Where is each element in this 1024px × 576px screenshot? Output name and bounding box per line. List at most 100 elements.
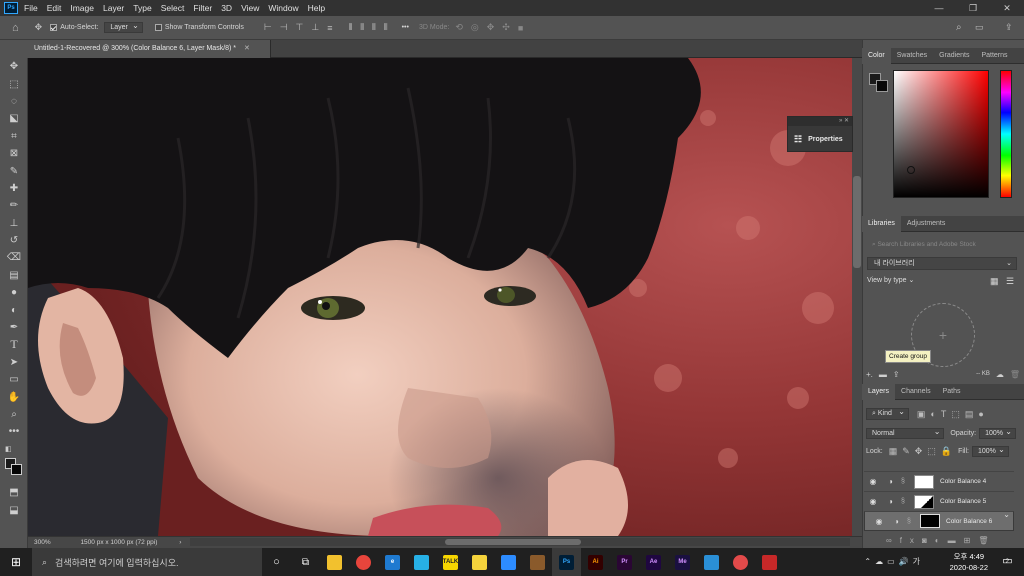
restore-button[interactable]: ❐ (956, 0, 990, 16)
zoom-level[interactable]: 300% (28, 539, 51, 546)
visibility-eye-icon[interactable]: ◉ (864, 477, 882, 486)
lasso-tool-icon[interactable]: ◌ (0, 93, 28, 110)
fill-input[interactable]: 100% (971, 445, 1009, 457)
show-transform-checkbox[interactable]: Show Transform Controls (154, 24, 244, 31)
taskbar-app-game-app[interactable] (523, 548, 552, 576)
color-picker-field[interactable] (893, 70, 989, 198)
tab-color[interactable]: Color (862, 47, 891, 64)
menu-view[interactable]: View (241, 3, 259, 13)
filter-shape-icon[interactable]: ⬚ (951, 409, 960, 420)
taskbar-app-media-encoder[interactable]: Me (668, 548, 697, 576)
menu-file[interactable]: File (24, 3, 38, 13)
distribute-4-icon[interactable]: ⫴ (384, 22, 388, 33)
close-button[interactable]: ✕ (990, 0, 1024, 16)
tab-channels[interactable]: Channels (895, 384, 937, 400)
default-colors-icon[interactable]: ◧ (0, 441, 28, 458)
move-tool-icon[interactable]: ✥ (0, 58, 28, 75)
layer-mask-thumbnail[interactable] (914, 494, 934, 509)
distribute-2-icon[interactable]: ⫴ (360, 22, 364, 33)
menu-image[interactable]: Image (70, 3, 94, 13)
lock-position-icon[interactable]: ✥ (915, 446, 923, 457)
clone-stamp-tool-icon[interactable]: ⊥ (0, 215, 28, 232)
close-icon[interactable]: ✕ (844, 118, 849, 124)
fx-icon[interactable]: fx (900, 536, 922, 545)
ime-indicator[interactable]: 가 (913, 557, 924, 566)
tab-patterns[interactable]: Patterns (975, 48, 1013, 64)
layer-kind-filter[interactable]: ⌕ Kind (866, 407, 909, 420)
3d-roll-icon[interactable]: ◎ (471, 22, 479, 33)
screen-mode-icon[interactable]: ⬓ (0, 501, 28, 518)
object-select-tool-icon[interactable]: ⬕ (0, 110, 28, 127)
library-search-input[interactable]: ⌕ Search Libraries and Adobe Stock (867, 238, 1020, 251)
pen-tool-icon[interactable]: ✒ (0, 319, 28, 336)
vertical-scroll-thumb[interactable] (853, 176, 861, 268)
filter-pixel-icon[interactable]: ▣ (917, 409, 926, 420)
lock-pixels-icon[interactable]: ✎ (902, 446, 910, 457)
search-icon[interactable]: ⌕ (956, 22, 962, 33)
align-center-icon[interactable]: ⊣ (280, 22, 288, 33)
lock-all-icon[interactable]: 🔒 (941, 446, 952, 457)
frame-tool-icon[interactable]: ⊠ (0, 145, 28, 162)
color-swatches-icon[interactable] (0, 457, 28, 480)
taskbar-app-sticky-notes[interactable] (465, 548, 494, 576)
new-group-icon[interactable]: ▬ (948, 536, 964, 545)
background-color-swatch[interactable] (876, 80, 888, 92)
rectangle-tool-icon[interactable]: ▭ (0, 371, 28, 388)
layer-row[interactable]: ◉ ◑ § Color Balance 4 (864, 471, 1014, 491)
tab-swatches[interactable]: Swatches (891, 48, 933, 64)
auto-select-checkbox[interactable]: Auto-Select: (50, 24, 98, 31)
marquee-tool-icon[interactable]: ⬚ (0, 75, 28, 92)
gradient-tool-icon[interactable]: ▤ (0, 267, 28, 284)
taskbar-search[interactable]: ⌕ 검색하려면 여기에 입력하십시오. (32, 548, 262, 576)
layer-row-selected[interactable]: ◉ ◑ § Color Balance 6 (864, 510, 1014, 531)
zoom-tool-icon[interactable]: ⌕ (0, 406, 28, 423)
trash-icon[interactable]: 🗑 (1010, 370, 1020, 379)
grid-view-icon[interactable]: ▦ (990, 276, 999, 287)
path-select-tool-icon[interactable]: ➤ (0, 354, 28, 371)
properties-button[interactable]: ☷ Properties (788, 126, 852, 152)
dodge-tool-icon[interactable]: ◐ (0, 301, 28, 318)
close-tab-icon[interactable]: ✕ (244, 45, 250, 52)
taskbar-app-after-effects[interactable]: Ae (639, 548, 668, 576)
taskbar-app-store[interactable] (697, 548, 726, 576)
filter-toggle-icon[interactable]: ● (978, 409, 983, 419)
collapse-icon[interactable]: » (839, 118, 842, 124)
3d-slide-icon[interactable]: ✣ (502, 22, 510, 33)
hand-tool-icon[interactable]: ✋ (0, 388, 28, 405)
link-layers-icon[interactable]: ∞ (886, 536, 900, 545)
horizontal-scrollbar[interactable] (190, 538, 850, 546)
blur-tool-icon[interactable]: ● (0, 284, 28, 301)
cortana-icon[interactable]: ○ (262, 548, 291, 576)
taskbar-app-chrome[interactable] (349, 548, 378, 576)
taskbar-app-kakaotalk[interactable]: TALK (436, 548, 465, 576)
taskbar-app-file-explorer[interactable] (320, 548, 349, 576)
more-options[interactable]: ••• (402, 24, 409, 31)
menu-type[interactable]: Type (133, 3, 151, 13)
library-dropdown[interactable]: 내 라이브러리 ⌄ (867, 257, 1017, 270)
status-arrow-icon[interactable]: › (159, 539, 181, 546)
history-brush-tool-icon[interactable]: ↺ (0, 232, 28, 249)
share-icon[interactable]: ⇪ (1005, 22, 1013, 33)
document-canvas[interactable] (28, 58, 852, 536)
tray-icons[interactable]: ⌃☁▭🔊 (864, 557, 912, 566)
taskbar-app-red-app[interactable] (726, 548, 755, 576)
brush-tool-icon[interactable]: ✏ (0, 197, 28, 214)
3d-pan-icon[interactable]: ✥ (487, 22, 495, 33)
cloud-icon[interactable]: ☁ (996, 370, 1004, 379)
blend-mode-dropdown[interactable]: Normal (866, 427, 945, 439)
more-tools-icon[interactable]: ••• (0, 423, 28, 440)
healing-brush-tool-icon[interactable]: ✚ (0, 180, 28, 197)
mask-link-icon[interactable]: § (901, 478, 911, 485)
tab-paths[interactable]: Paths (937, 384, 967, 400)
move-tool-icon[interactable]: ✥ (35, 22, 43, 33)
view-by-type-dropdown[interactable]: View by type ⌄ (867, 276, 914, 284)
windows-start-icon[interactable]: ⊞ (0, 555, 32, 569)
opacity-input[interactable]: 100% (979, 427, 1016, 439)
align-left-icon[interactable]: ⊢ (264, 22, 272, 33)
home-icon[interactable]: ⌂ (12, 22, 19, 34)
taskbar-app-illustrator[interactable]: Ai (581, 548, 610, 576)
menu-window[interactable]: Window (268, 3, 298, 13)
menu-help[interactable]: Help (308, 3, 325, 13)
align-right-icon[interactable]: ⊤ (296, 22, 304, 33)
filter-type-icon[interactable]: T (941, 409, 947, 419)
